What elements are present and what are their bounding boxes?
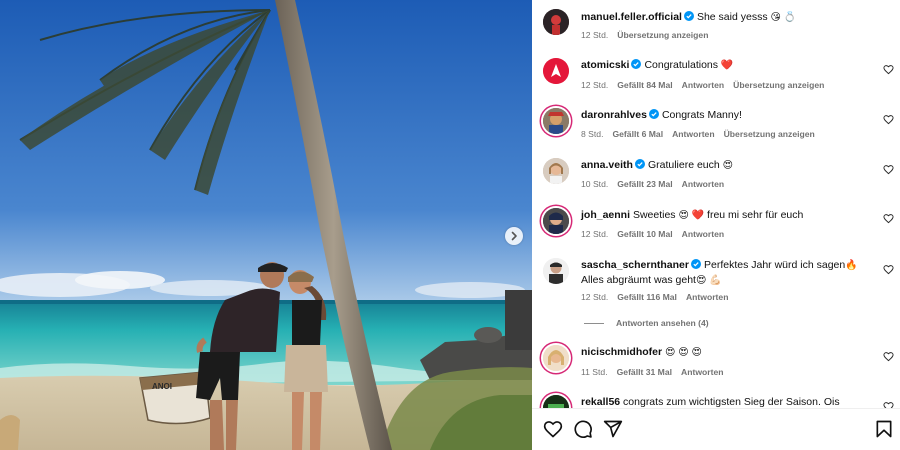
comment-body: Congrats Manny! [661, 109, 742, 121]
translate-link[interactable]: Übersetzung anzeigen [733, 80, 824, 90]
verified-badge-icon [631, 59, 642, 69]
username[interactable]: nicischmidhofer [581, 346, 662, 358]
reply-button[interactable]: Antworten [681, 367, 724, 377]
like-count[interactable]: Gefällt 31 Mal [617, 367, 672, 377]
emoji: 😍 ❤️ [678, 210, 705, 221]
avatar[interactable] [543, 258, 569, 284]
chevron-right-icon [511, 231, 517, 241]
comment-body: Gratuliere euch [647, 159, 720, 171]
comment-body: Sweeties [632, 209, 676, 221]
comment-body: congrats zum wichtigsten Sieg der Saison… [623, 396, 840, 408]
emoji: 😍 [722, 160, 734, 171]
username[interactable]: anna.veith [581, 159, 633, 171]
emoji: ❤️ [720, 60, 734, 71]
username[interactable]: daronrahlves [581, 109, 647, 121]
comment-body: She said yesss [696, 11, 768, 23]
comments-panel: manuel.feller.official She said yesss 😘 💍… [532, 0, 900, 450]
emoji: 🔥 [845, 260, 858, 271]
comment-body: Congratulations [644, 59, 718, 71]
timestamp: 10 Std. [581, 179, 609, 189]
comment-list: manuel.feller.official She said yesss 😘 💍… [532, 0, 900, 408]
avatar[interactable] [543, 58, 569, 84]
view-replies-button[interactable]: Antworten ansehen (4) [584, 318, 709, 328]
verified-badge-icon [634, 159, 645, 169]
avatar[interactable] [543, 208, 569, 234]
avatar[interactable] [543, 108, 569, 134]
reply-button[interactable]: Antworten [682, 80, 725, 90]
view-replies-label: Antworten ansehen (4) [616, 318, 709, 328]
like-comment-heart-icon[interactable] [883, 114, 894, 125]
timestamp: 12 Std. [581, 292, 609, 302]
heart-icon[interactable] [543, 419, 563, 439]
comment-meta: 12 Std. Gefällt 84 Mal Antworten Übersetzun… [581, 80, 833, 90]
comment-body-2: freu mi sehr für euch [707, 209, 804, 221]
comment-meta: 12 Std. Übersetzung anzeigen [581, 30, 717, 40]
comment-icon[interactable] [573, 419, 593, 439]
avatar[interactable] [543, 345, 569, 371]
comment-body-2: Alles abgräumt was geht [581, 274, 696, 286]
timestamp: 8 Std. [581, 129, 604, 139]
like-count[interactable]: Gefällt 84 Mal [617, 80, 672, 90]
like-count[interactable]: Gefällt 6 Mal [612, 129, 663, 139]
comment-body: Perfektes Jahr würd ich sagen [703, 259, 846, 271]
post-image[interactable]: ANOI [0, 0, 532, 450]
reply-button[interactable]: Antworten [686, 292, 729, 302]
comment-text: manuel.feller.official She said yesss 😘 💍 [581, 10, 868, 25]
username[interactable]: manuel.feller.official [581, 11, 682, 23]
username[interactable]: joh_aenni [581, 209, 630, 221]
beach-photo: ANOI [0, 0, 532, 450]
like-comment-heart-icon[interactable] [883, 401, 894, 408]
avatar[interactable] [543, 158, 569, 184]
comment-meta: 8 Std. Gefällt 6 Mal Antworten Übersetzung … [581, 129, 824, 139]
username[interactable]: atomicski [581, 59, 629, 71]
share-icon[interactable] [603, 419, 623, 439]
reply-button[interactable]: Antworten [682, 179, 725, 189]
comment-meta: 12 Std. Gefällt 10 Mal Antworten [581, 229, 733, 239]
like-comment-heart-icon[interactable] [883, 351, 894, 362]
boat-text: ANOI [152, 382, 172, 391]
username[interactable]: sascha_schernthaner [581, 259, 689, 271]
comment-meta: 12 Std. Gefällt 116 Mal Antworten [581, 292, 737, 302]
post-actions-bar [532, 408, 900, 450]
bookmark-icon[interactable] [874, 419, 894, 439]
avatar[interactable] [543, 395, 569, 408]
like-comment-heart-icon[interactable] [883, 264, 894, 275]
comment-meta: 11 Std. Gefällt 31 Mal Antworten [581, 367, 733, 377]
like-comment-heart-icon[interactable] [883, 164, 894, 175]
emoji: 😍 😍 😍 [665, 347, 702, 358]
timestamp: 12 Std. [581, 229, 609, 239]
timestamp: 12 Std. [581, 30, 609, 40]
next-image-button[interactable] [505, 227, 523, 245]
like-comment-heart-icon[interactable] [883, 64, 894, 75]
emoji-2: 😍 💪🏻 [695, 275, 722, 286]
emoji: 😘 💍 [770, 12, 797, 23]
verified-badge-icon [648, 109, 659, 119]
timestamp: 12 Std. [581, 80, 609, 90]
comment-meta: 10 Std. Gefällt 23 Mal Antworten [581, 179, 733, 189]
reply-button[interactable]: Antworten [672, 129, 715, 139]
like-count[interactable]: Gefällt 23 Mal [617, 179, 672, 189]
like-count[interactable]: Gefällt 116 Mal [617, 292, 677, 302]
verified-badge-icon [683, 11, 694, 21]
username[interactable]: rekall56 [581, 396, 620, 408]
timestamp: 11 Std. [581, 367, 608, 377]
like-count[interactable]: Gefällt 10 Mal [617, 229, 672, 239]
translate-link[interactable]: Übersetzung anzeigen [617, 30, 708, 40]
avatar[interactable] [543, 9, 569, 35]
translate-link[interactable]: Übersetzung anzeigen [724, 129, 815, 139]
like-comment-heart-icon[interactable] [883, 213, 894, 224]
reply-button[interactable]: Antworten [682, 229, 725, 239]
replies-divider [584, 322, 604, 324]
verified-badge-icon [690, 259, 701, 269]
